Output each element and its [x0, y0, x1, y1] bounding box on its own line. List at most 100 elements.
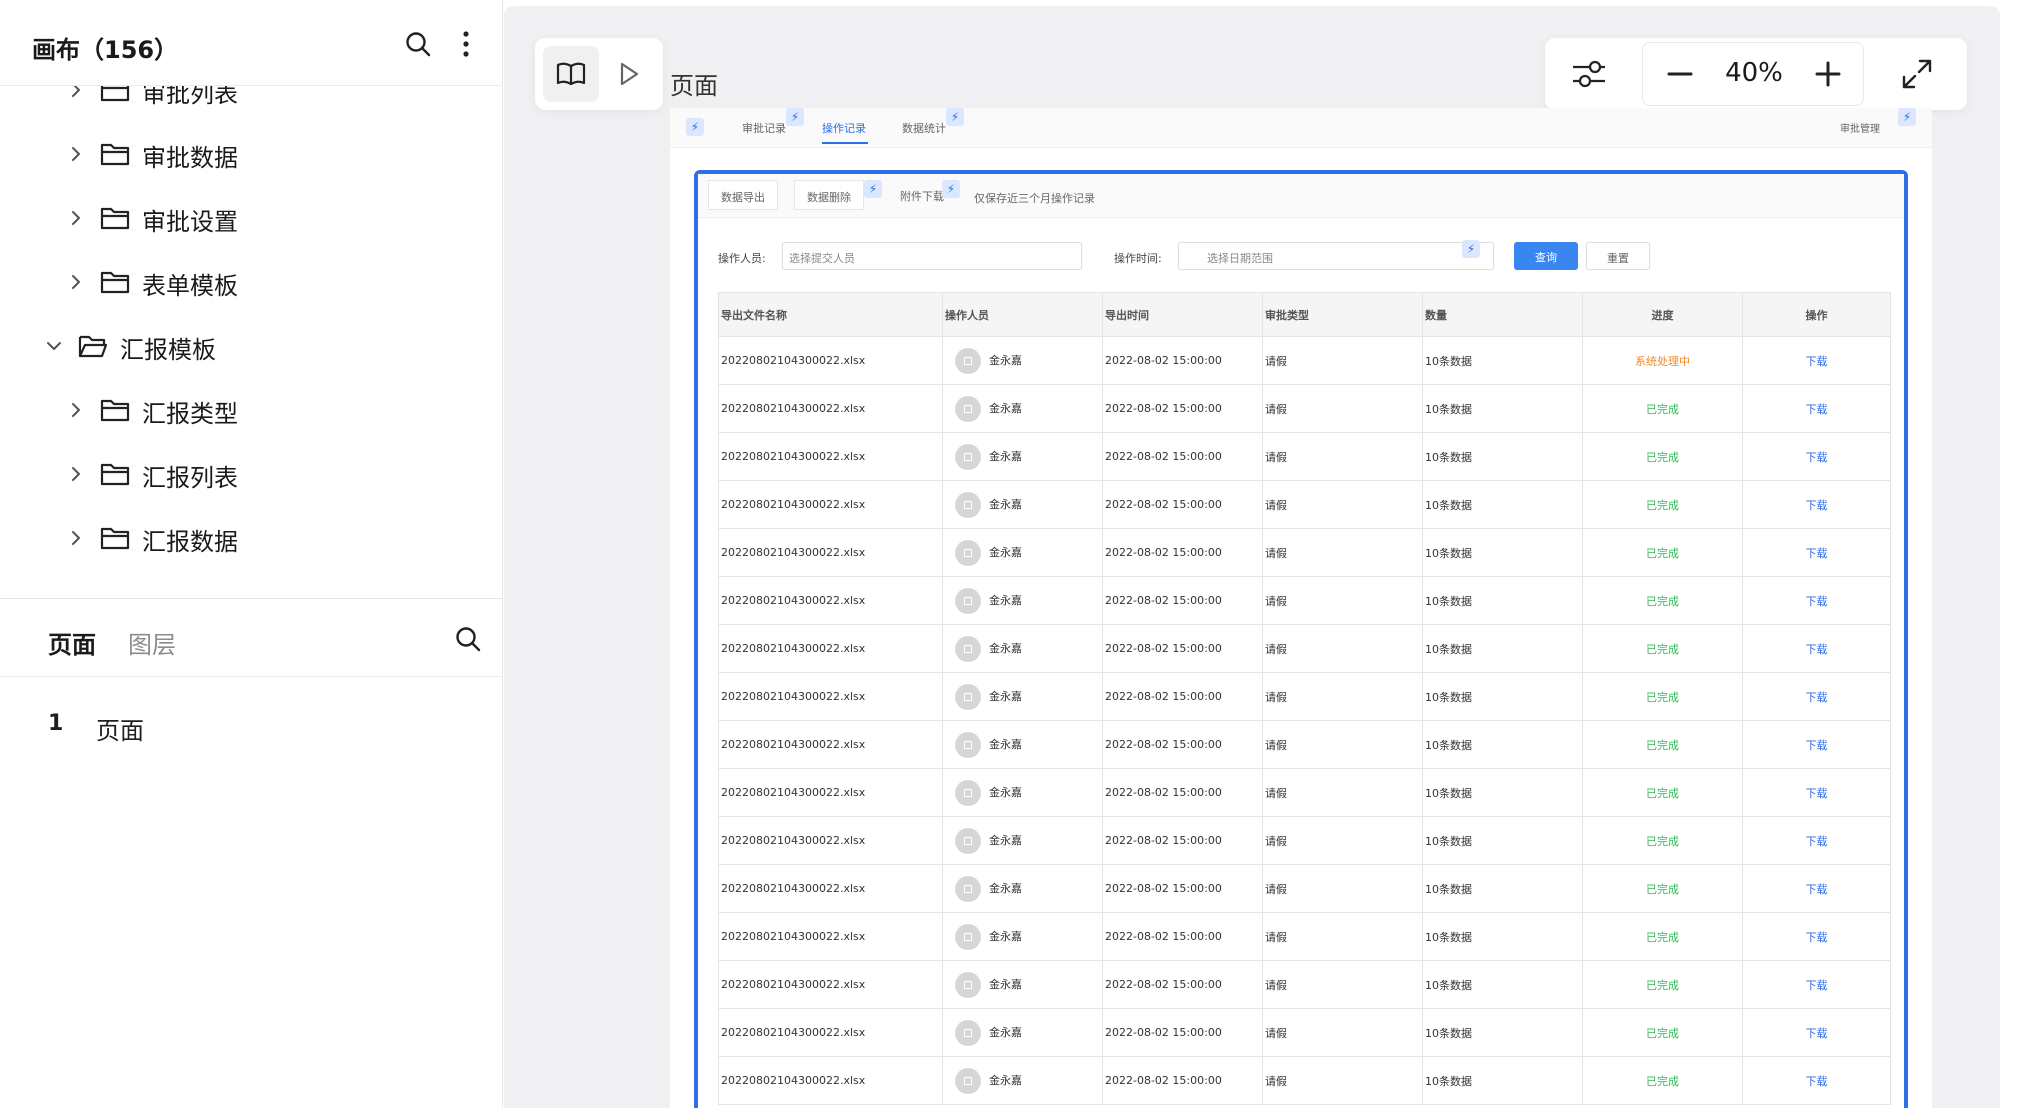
download-link[interactable]: 下载 — [1806, 691, 1828, 704]
approval-type-cell: 请假 — [1262, 960, 1423, 1009]
play-icon[interactable] — [603, 46, 655, 102]
status-cell: 已完成 — [1582, 912, 1743, 961]
approval-admin-link[interactable]: 审批管理 — [1840, 120, 1880, 135]
download-link[interactable]: 下载 — [1806, 595, 1828, 608]
avatar — [955, 1019, 981, 1046]
file-name-cell: 20220802104300022.xlsx — [718, 1008, 943, 1057]
approval-type-cell: 请假 — [1262, 1008, 1423, 1057]
tab-data-export[interactable]: 数据导出 — [708, 180, 778, 210]
plus-icon[interactable] — [1807, 53, 1849, 95]
tab-data-statistics[interactable]: 数据统计 — [902, 120, 946, 136]
download-link[interactable]: 下载 — [1806, 547, 1828, 560]
tree-item[interactable]: 汇报类型 — [0, 378, 503, 442]
minus-icon[interactable] — [1659, 53, 1701, 95]
action-cell: 下载 — [1742, 960, 1891, 1009]
table-row: 20220802104300022.xlsx 金永嘉 2022-08-02 15:0… — [718, 336, 1891, 385]
download-link[interactable]: 下载 — [1806, 979, 1828, 992]
tab-operation-records[interactable]: 操作记录 — [822, 120, 866, 136]
download-link[interactable]: 下载 — [1806, 739, 1828, 752]
export-time-cell: 2022-08-02 15:00:00 — [1102, 480, 1263, 529]
reset-button[interactable]: 重置 — [1586, 242, 1650, 270]
tree-item[interactable]: 汇报模板 — [0, 314, 503, 378]
download-link[interactable]: 下载 — [1806, 403, 1828, 416]
export-time-cell: 2022-08-02 15:00:00 — [1102, 816, 1263, 865]
tab-approval-records[interactable]: 审批记录 — [742, 120, 786, 136]
date-range-picker[interactable]: 选择日期范围 — [1178, 242, 1494, 270]
download-link[interactable]: 下载 — [1806, 931, 1828, 944]
pages-section: 页面 图层 1 页面 — [0, 598, 503, 1108]
status-badge: 已完成 — [1646, 594, 1679, 608]
table-row: 20220802104300022.xlsx 金永嘉 2022-08-02 15:0… — [718, 1008, 1891, 1057]
operator-cell: 金永嘉 — [942, 864, 1103, 913]
tree-item[interactable]: 审批设置 — [0, 186, 503, 250]
chevron-right-icon[interactable] — [66, 144, 86, 164]
chevron-right-icon[interactable] — [66, 86, 86, 100]
file-name-cell: 20220802104300022.xlsx — [718, 864, 943, 913]
approval-type-cell: 请假 — [1262, 1056, 1423, 1105]
search-icon[interactable] — [450, 621, 486, 657]
download-link[interactable]: 下载 — [1806, 1027, 1828, 1040]
chevron-right-icon[interactable] — [66, 272, 86, 292]
download-link[interactable]: 下载 — [1806, 451, 1828, 464]
tree-item[interactable]: 表单模板 — [0, 250, 503, 314]
download-link[interactable]: 下载 — [1806, 1075, 1828, 1088]
chevron-right-icon[interactable] — [66, 208, 86, 228]
expand-icon[interactable] — [1893, 50, 1941, 98]
folder-icon — [100, 525, 130, 551]
zoom-value[interactable]: 40% — [1709, 58, 1799, 88]
chevron-right-icon[interactable] — [66, 400, 86, 420]
action-cell: 下载 — [1742, 720, 1891, 769]
tree-item-label: 表单模板 — [142, 272, 238, 300]
tab-data-delete[interactable]: 数据删除 — [794, 180, 864, 210]
design-frame[interactable]: ⚡ 审批记录 ⚡ 操作记录 数据统计 ⚡ 审批管理 ⚡ 数据导出 数据删除 ⚡ … — [670, 108, 1932, 1108]
book-icon[interactable] — [543, 46, 599, 102]
action-cell: 下载 — [1742, 528, 1891, 577]
status-badge: 系统处理中 — [1635, 354, 1690, 368]
left-panel: 画布（156） 审批列表 审批数据 审批设置 表单模板 汇报模板 汇报类型 汇报列表 汇报数据… — [0, 0, 503, 1108]
tab-pages[interactable]: 页面 — [48, 625, 96, 660]
right-edge — [2000, 0, 2028, 1108]
download-link[interactable]: 下载 — [1806, 883, 1828, 896]
chevron-down-icon[interactable] — [44, 336, 64, 356]
selected-component[interactable]: 数据导出 数据删除 ⚡ 附件下载 ⚡ 仅保存近三个月操作记录 操作人员: 选择提… — [694, 170, 1908, 1108]
lightning-icon: ⚡ — [942, 180, 960, 198]
count-cell: 10条数据 — [1422, 720, 1583, 769]
chevron-right-icon[interactable] — [66, 528, 86, 548]
download-link[interactable]: 下载 — [1806, 499, 1828, 512]
avatar — [955, 827, 981, 854]
tab-layers[interactable]: 图层 — [128, 625, 176, 660]
avatar — [955, 731, 981, 758]
tree-item[interactable]: 审批数据 — [0, 122, 503, 186]
file-name-cell: 20220802104300022.xlsx — [718, 912, 943, 961]
status-cell: 已完成 — [1582, 816, 1743, 865]
download-link[interactable]: 下载 — [1806, 643, 1828, 656]
tree-item[interactable]: 汇报列表 — [0, 442, 503, 506]
export-records-table: 导出文件名称 操作人员 导出时间 审批类型 数量 进度 操作 202208021… — [718, 292, 1891, 1105]
count-cell: 10条数据 — [1422, 528, 1583, 577]
action-cell: 下载 — [1742, 1008, 1891, 1057]
download-link[interactable]: 下载 — [1806, 355, 1828, 368]
frame-label[interactable]: 页面 — [670, 66, 718, 101]
download-link[interactable]: 下载 — [1806, 787, 1828, 800]
operator-select[interactable]: 选择提交人员 — [782, 242, 1082, 270]
search-icon[interactable] — [400, 26, 436, 62]
more-vertical-icon[interactable] — [448, 26, 484, 62]
operator-name: 金永嘉 — [989, 1025, 1022, 1039]
sliders-icon[interactable] — [1565, 50, 1613, 98]
status-cell: 已完成 — [1582, 672, 1743, 721]
tree-item[interactable]: 汇报数据 — [0, 506, 503, 570]
operator-cell: 金永嘉 — [942, 816, 1103, 865]
column-header: 操作人员 — [942, 292, 1103, 337]
action-cell: 下载 — [1742, 624, 1891, 673]
operator-name: 金永嘉 — [989, 641, 1022, 655]
tree-item[interactable]: 审批列表 — [0, 86, 503, 122]
export-time-cell: 2022-08-02 15:00:00 — [1102, 1056, 1263, 1105]
download-link[interactable]: 下载 — [1806, 835, 1828, 848]
chevron-right-icon[interactable] — [66, 464, 86, 484]
query-button[interactable]: 查询 — [1514, 242, 1578, 270]
page-index: 1 — [48, 711, 64, 736]
page-list-item[interactable]: 1 页面 — [0, 699, 503, 753]
lightning-icon: ⚡ — [946, 108, 964, 126]
count-cell: 10条数据 — [1422, 864, 1583, 913]
count-cell: 10条数据 — [1422, 432, 1583, 481]
